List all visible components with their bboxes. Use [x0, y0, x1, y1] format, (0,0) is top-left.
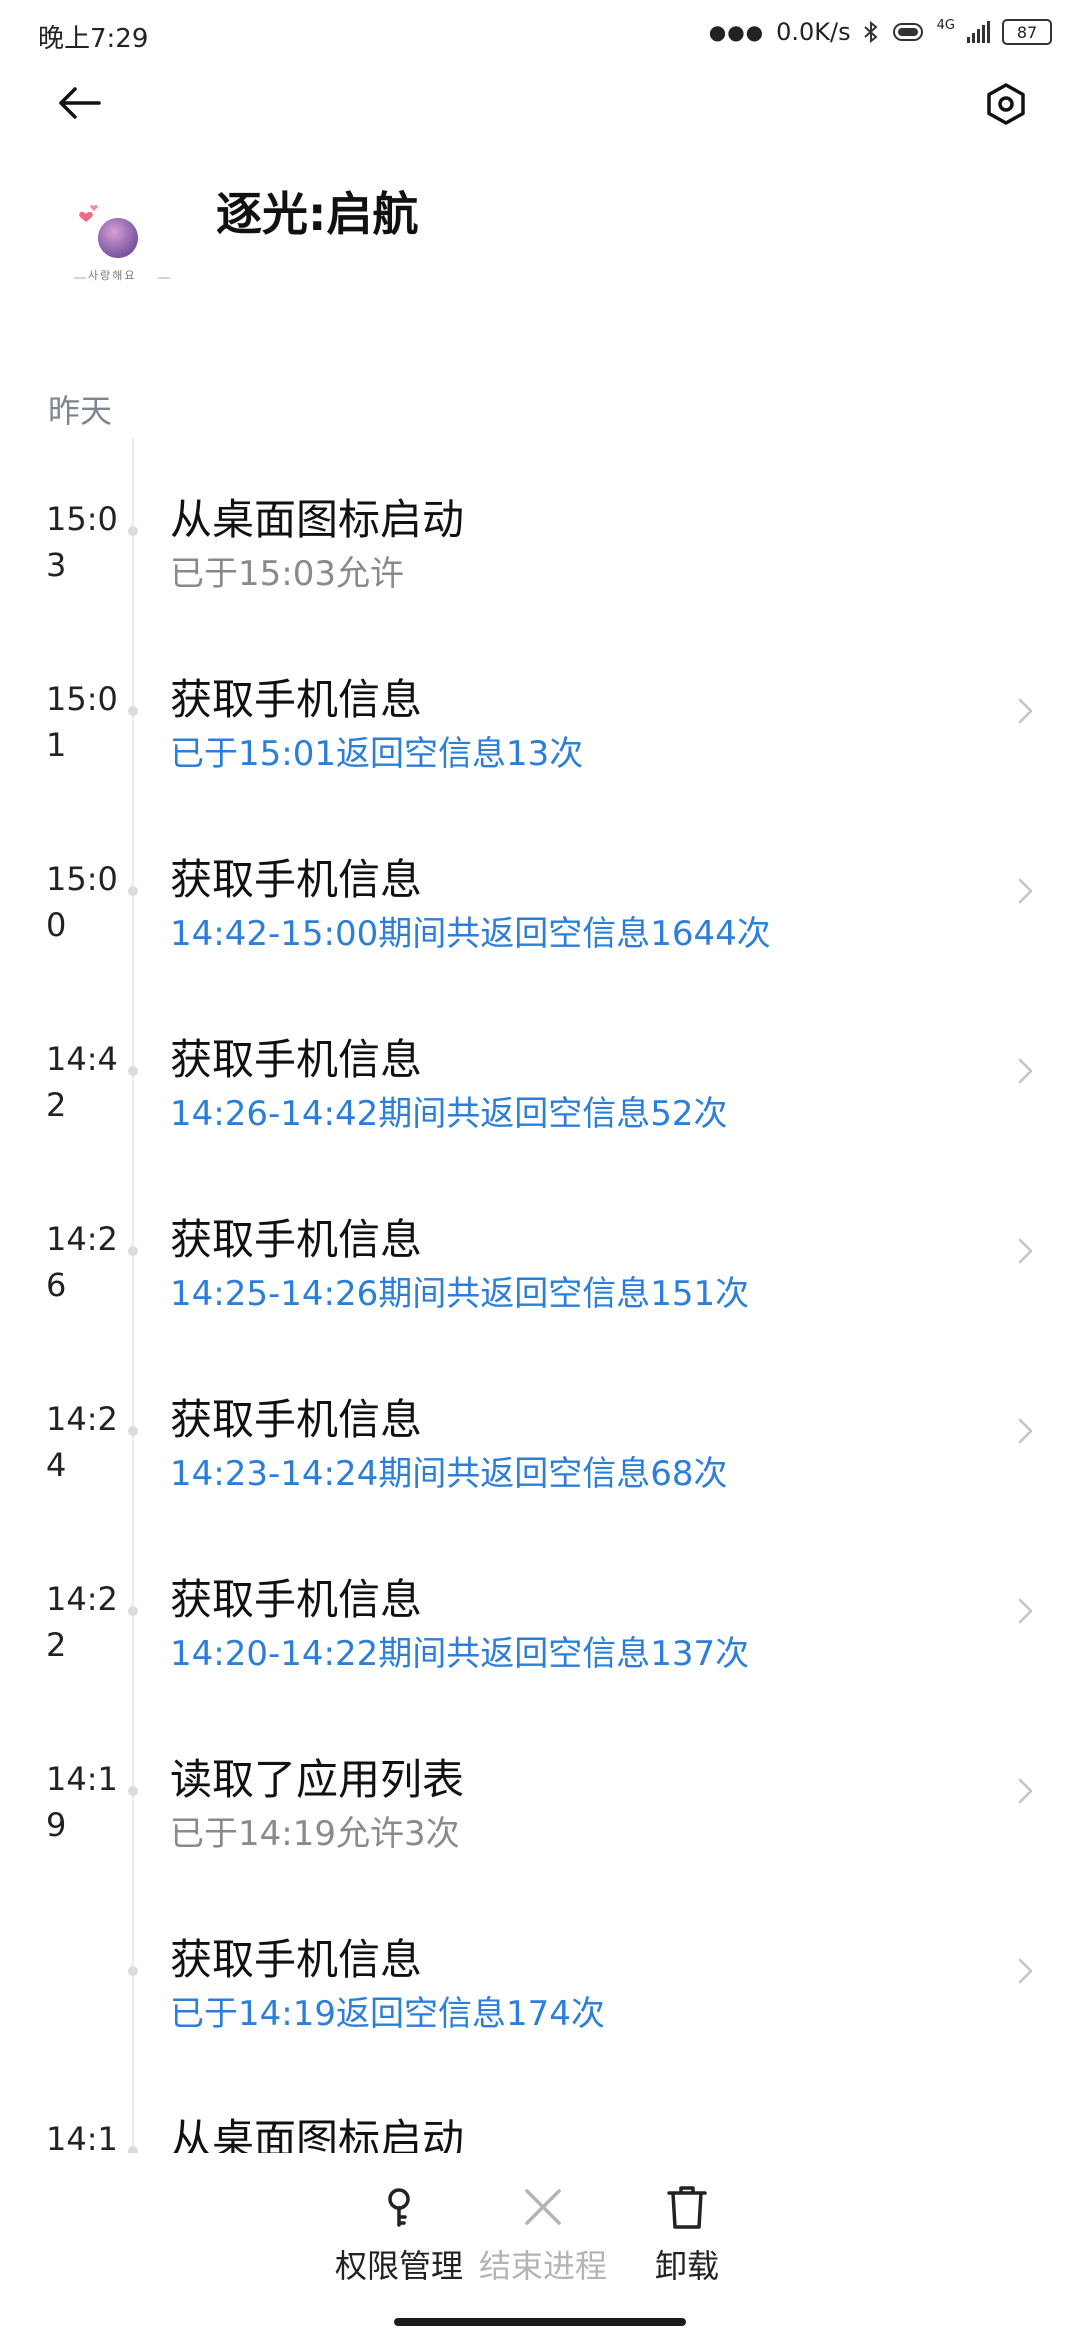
event-list: 15:03 从桌面图标启动 已于15:03允许 15:01 获取手机信息 已于15:01返…: [0, 438, 1080, 2153]
vibrate-icon: [892, 23, 923, 41]
event-detail: 14:20-14:22期间共返回空信息137次: [170, 1634, 750, 1674]
chevron-right-icon: [1018, 1598, 1033, 1624]
event-title: 读取了应用列表: [170, 1755, 465, 1804]
event-detail: 已于15:01返回空信息13次: [170, 734, 584, 774]
event-title: 获取手机信息: [170, 1395, 423, 1444]
event-detail: 已于14:19返回空信息174次: [170, 1994, 605, 2034]
event-title: 获取手机信息: [170, 1935, 423, 1984]
event-row[interactable]: 14:22 获取手机信息 14:20-14:22期间共返回空信息137次: [0, 1518, 1080, 1698]
event-row[interactable]: 14:42 获取手机信息 14:26-14:42期间共返回空信息52次: [0, 978, 1080, 1158]
timeline-dot: [128, 1246, 138, 1256]
event-time: 14:24: [46, 1400, 118, 1484]
event-detail: 14:23-14:24期间共返回空信息68次: [170, 1454, 728, 1494]
timeline-dot: [128, 886, 138, 896]
network-type: 4G: [936, 18, 955, 33]
event-title: 获取手机信息: [170, 1215, 423, 1264]
status-time: 晚上7:29: [38, 24, 149, 54]
settings-button[interactable]: [978, 76, 1034, 132]
signal-icon: [967, 21, 990, 43]
settings-hexagon-icon: [987, 83, 1025, 125]
app-title: 逐光:启航: [216, 187, 419, 241]
app-icon: 사랑해요: [72, 196, 172, 286]
event-title: 获取手机信息: [170, 855, 423, 904]
trash-icon: [667, 2186, 707, 2229]
event-time: 14:26: [46, 1220, 118, 1304]
timeline-dot: [128, 1426, 138, 1436]
status-bar: 晚上7:29 ●●● 0.0K/s 4G 87: [0, 0, 1080, 72]
event-time: 14:22: [46, 1580, 118, 1664]
chevron-right-icon: [1018, 1778, 1033, 1804]
event-title: 从桌面图标启动: [170, 2115, 465, 2153]
timeline-dot: [128, 1606, 138, 1616]
bluetooth-icon: [863, 20, 878, 44]
chevron-right-icon: [1018, 1058, 1033, 1084]
event-row: 15:03 从桌面图标启动已于15:03允许: [0, 438, 1080, 618]
close-icon: [525, 2189, 561, 2225]
event-time: 14:19: [46, 1760, 118, 1844]
end-process-button[interactable]: 结束进程: [468, 2183, 618, 2287]
permission-management-label: 权限管理: [334, 2247, 463, 2285]
uninstall-label: 卸载: [654, 2247, 719, 2285]
uninstall-button[interactable]: 卸载: [612, 2183, 762, 2287]
icon-caption: 사랑해요: [88, 269, 137, 282]
event-time: 14:42: [46, 1040, 118, 1124]
timeline-dot: [128, 2146, 138, 2153]
net-speed: 0.0K/s: [776, 18, 851, 46]
event-row[interactable]: 14:26 获取手机信息 14:25-14:26期间共返回空信息151次: [0, 1158, 1080, 1338]
event-title: 从桌面图标启动: [170, 495, 465, 544]
timeline-dot: [128, 526, 138, 536]
back-arrow-icon: [59, 87, 101, 119]
event-row[interactable]: 14:24 获取手机信息 14:23-14:24期间共返回空信息68次: [0, 1338, 1080, 1518]
home-indicator[interactable]: [394, 2318, 686, 2326]
battery-icon: 87: [1002, 19, 1052, 45]
timeline-dot: [128, 706, 138, 716]
permission-management-button[interactable]: 权限管理: [324, 2183, 474, 2287]
key-icon: [388, 2188, 410, 2227]
event-row[interactable]: 15:01 获取手机信息已于15:01返回空信息13次: [0, 618, 1080, 798]
more-dots-icon: ●●●: [708, 20, 765, 44]
status-icons: ●●● 0.0K/s 4G 87: [709, 18, 1052, 46]
event-row[interactable]: 15:00 获取手机信息 14:42-15:00期间共返回空信息1644次: [0, 798, 1080, 978]
event-detail: 14:42-15:00期间共返回空信息1644次: [170, 914, 771, 954]
event-row[interactable]: 14:19 读取了应用列表已于14:19允许3次: [0, 1698, 1080, 1878]
event-row[interactable]: 获取手机信息已于14:19返回空信息174次: [0, 1878, 1080, 2058]
event-title: 获取手机信息: [170, 1035, 423, 1084]
event-row: 14:1 从桌面图标启动: [0, 2058, 1080, 2153]
end-process-label: 结束进程: [478, 2247, 607, 2285]
event-detail: 14:25-14:26期间共返回空信息151次: [170, 1274, 750, 1314]
chevron-right-icon: [1018, 1238, 1033, 1264]
chevron-right-icon: [1018, 1958, 1033, 1984]
timeline-dot: [128, 1786, 138, 1796]
event-title: 获取手机信息: [170, 675, 423, 724]
timeline-dot: [128, 1966, 138, 1976]
section-label-date: 昨天: [48, 392, 113, 430]
event-time: 15:00: [46, 860, 118, 944]
event-time: 14:1: [46, 2120, 118, 2153]
event-time: 15:03: [46, 500, 118, 584]
event-title: 获取手机信息: [170, 1575, 423, 1624]
chevron-right-icon: [1018, 1418, 1033, 1444]
chevron-right-icon: [1018, 698, 1033, 724]
back-button[interactable]: [48, 72, 110, 134]
event-detail: 14:26-14:42期间共返回空信息52次: [170, 1094, 728, 1134]
event-time: 15:01: [46, 680, 118, 764]
timeline-dot: [128, 1066, 138, 1076]
chevron-right-icon: [1018, 878, 1033, 904]
event-detail: 已于14:19允许3次: [170, 1814, 460, 1854]
event-detail: 已于15:03允许: [170, 554, 404, 594]
bottom-action-bar: 权限管理 结束进程 卸载: [0, 2153, 1080, 2340]
